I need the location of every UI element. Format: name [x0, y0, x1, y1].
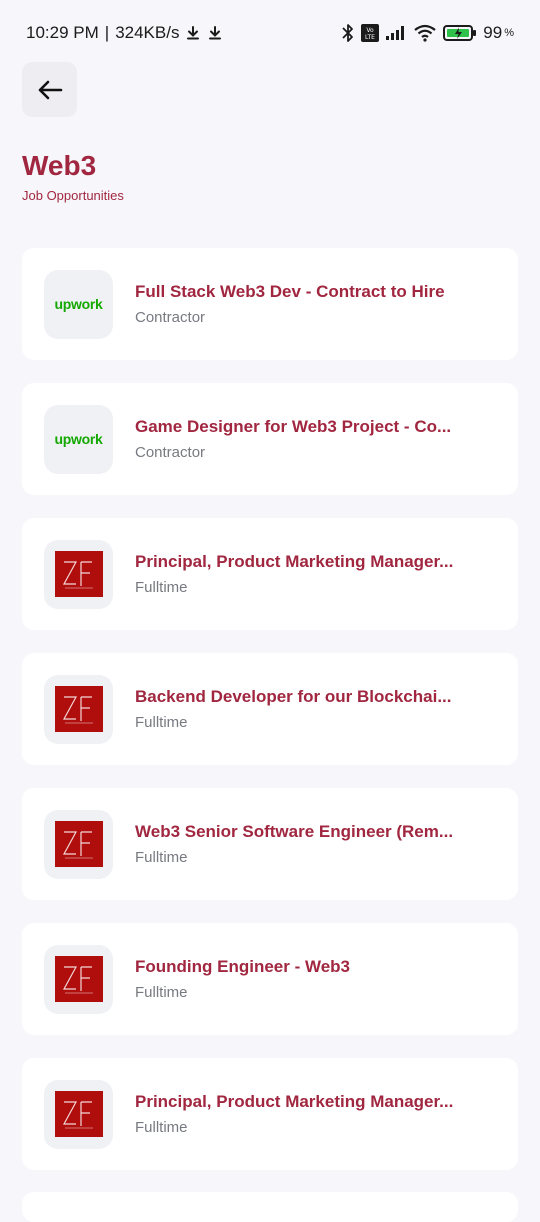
job-type: Contractor: [135, 444, 206, 461]
zf-logo: [54, 821, 103, 867]
zf-logo-mark: [62, 966, 93, 994]
job-text: Principal, Product Marketing Manager... …: [135, 552, 495, 596]
zf-logo-mark: [62, 1101, 93, 1129]
status-left: 10:29 PM | 324KB/s: [26, 23, 223, 43]
job-text: Web3 Senior Software Engineer (Rem... Fu…: [135, 822, 495, 866]
upwork-logo: upwork: [54, 431, 103, 447]
job-title: Full Stack Web3 Dev - Contract to Hire: [135, 282, 445, 301]
status-right: Vo LTE 99 %: [341, 23, 514, 43]
job-list: upwork Full Stack Web3 Dev - Contract to…: [22, 248, 518, 1193]
zf-logo: [54, 956, 103, 1002]
page-subtitle: Job Opportunities: [22, 188, 124, 203]
job-text: Founding Engineer - Web3 Fulltime: [135, 957, 495, 1001]
job-text: Full Stack Web3 Dev - Contract to Hire C…: [135, 282, 495, 326]
job-type: Fulltime: [135, 1119, 188, 1136]
job-title: Backend Developer for our Blockchai...: [135, 687, 452, 706]
job-card[interactable]: Founding Engineer - Web3 Fulltime: [22, 923, 518, 1035]
company-logo: [44, 674, 113, 744]
status-speed: 324KB/s: [115, 23, 180, 42]
job-card[interactable]: Backend Developer for our Blockchai... F…: [22, 653, 518, 765]
company-logo: [44, 809, 113, 879]
job-text: Game Designer for Web3 Project - Co... C…: [135, 417, 495, 461]
status-separator: |: [104, 23, 110, 42]
job-card[interactable]: upwork Game Designer for Web3 Project - …: [22, 383, 518, 495]
job-title: Principal, Product Marketing Manager...: [135, 552, 454, 571]
job-card-partial[interactable]: [22, 1192, 518, 1222]
company-logo: upwork: [44, 404, 113, 474]
job-card[interactable]: Web3 Senior Software Engineer (Rem... Fu…: [22, 788, 518, 900]
battery-percent-symbol: %: [504, 27, 514, 39]
download-icon: [187, 26, 200, 40]
zf-logo: [54, 551, 103, 597]
job-type: Fulltime: [135, 984, 188, 1001]
job-card[interactable]: Principal, Product Marketing Manager... …: [22, 518, 518, 630]
svg-text:Vo: Vo: [367, 27, 375, 34]
job-title: Web3 Senior Software Engineer (Rem...: [135, 822, 454, 841]
job-text: Principal, Product Marketing Manager... …: [135, 1092, 495, 1136]
status-time: 10:29 PM: [26, 23, 99, 42]
job-title: Principal, Product Marketing Manager...: [135, 1092, 454, 1111]
download-icon-2: [209, 26, 222, 40]
page-title: Web3: [22, 150, 97, 181]
volte-icon: Vo LTE: [361, 24, 380, 42]
job-card[interactable]: Principal, Product Marketing Manager... …: [22, 1058, 518, 1170]
svg-text:LTE: LTE: [365, 34, 375, 41]
company-logo: upwork: [44, 269, 113, 339]
job-type: Fulltime: [135, 849, 188, 866]
battery-icon: [443, 25, 477, 41]
job-type: Fulltime: [135, 579, 188, 596]
job-text: Backend Developer for our Blockchai... F…: [135, 687, 495, 731]
zf-logo: [54, 686, 103, 732]
wifi-icon: [414, 24, 436, 42]
arrow-left-icon: [38, 80, 62, 99]
battery-percent: 99: [483, 23, 503, 42]
zf-logo: [54, 1091, 103, 1137]
job-type: Contractor: [135, 309, 206, 326]
zf-logo-mark: [62, 831, 93, 859]
back-button[interactable]: [22, 62, 77, 117]
job-title: Founding Engineer - Web3: [135, 957, 351, 976]
zf-logo-mark: [62, 696, 93, 724]
job-title: Game Designer for Web3 Project - Co...: [135, 417, 452, 436]
bluetooth-icon: [342, 24, 354, 42]
job-card[interactable]: upwork Full Stack Web3 Dev - Contract to…: [22, 248, 518, 360]
signal-icon: [386, 26, 405, 40]
upwork-logo: upwork: [54, 296, 103, 312]
status-bar: 10:29 PM | 324KB/s Vo LTE 99 %: [0, 0, 540, 66]
zf-logo-mark: [62, 561, 93, 589]
company-logo: [44, 539, 113, 609]
job-type: Fulltime: [135, 714, 188, 731]
company-logo: [44, 1079, 113, 1149]
company-logo: [44, 944, 113, 1014]
